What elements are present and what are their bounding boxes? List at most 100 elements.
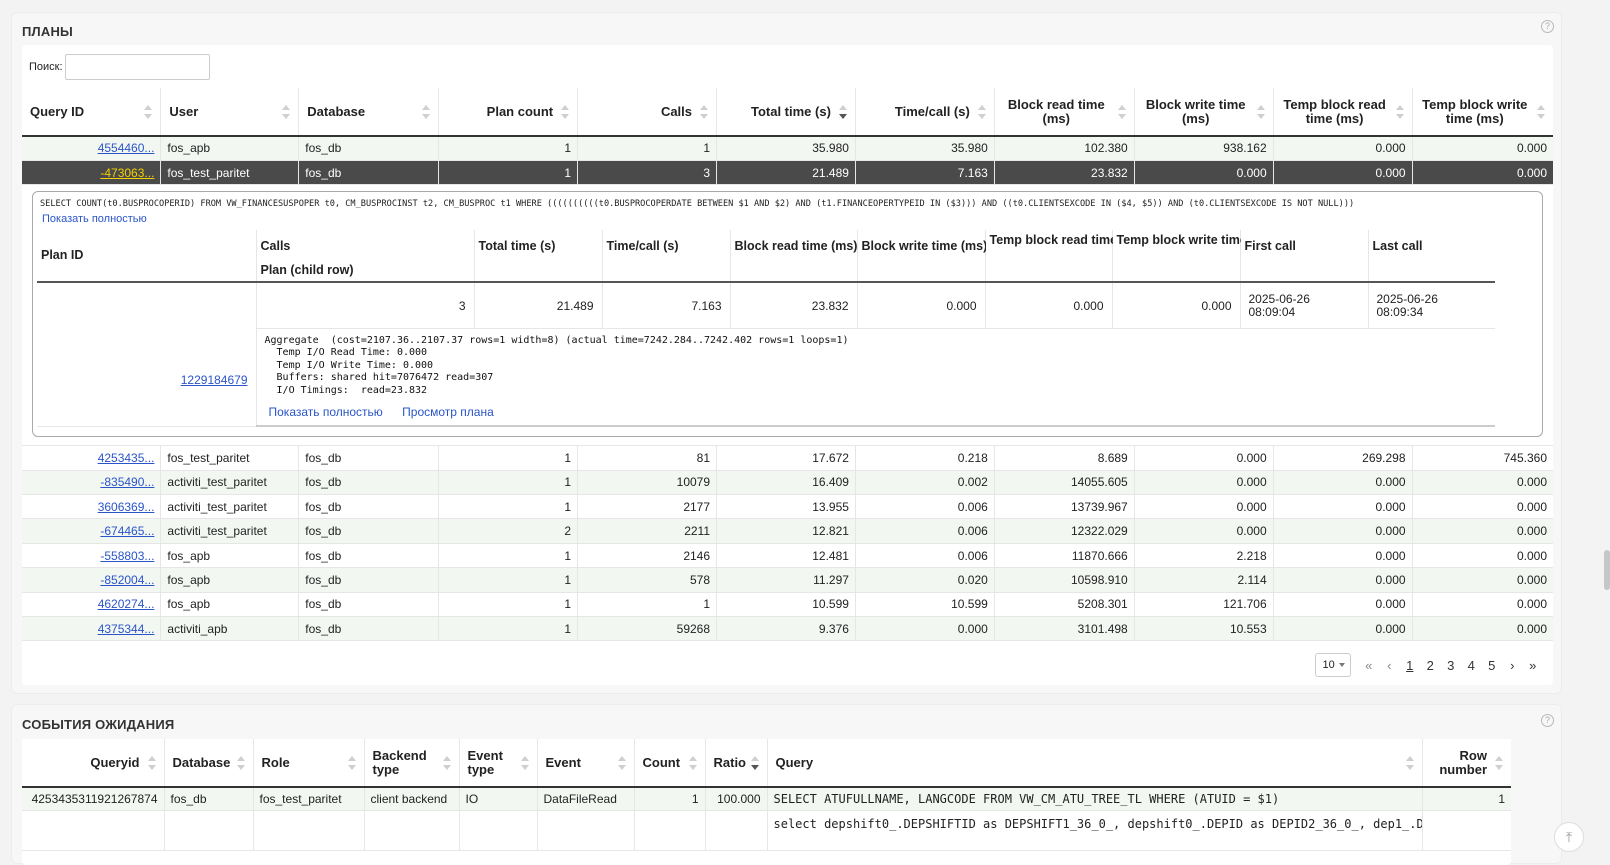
total-time-cell: 21.489: [716, 160, 856, 186]
total-time-cell: 12.821: [716, 518, 856, 544]
prev-page-button[interactable]: ‹: [1379, 658, 1400, 673]
query-id-cell[interactable]: -674465...: [22, 518, 162, 544]
col-temp-write[interactable]: Temp block write time (ms): [1412, 88, 1553, 137]
query-id-cell[interactable]: 4620274...: [22, 592, 162, 618]
table-row[interactable]: -558803... fos_apb fos_db 1 2146 12.481 …: [22, 543, 1553, 569]
first-page-button[interactable]: «: [1359, 658, 1380, 673]
table-row[interactable]: 4620274... fos_apb fos_db 1 1 10.599 10.…: [22, 592, 1553, 618]
question-circle-icon[interactable]: ?: [1541, 714, 1554, 727]
table-row[interactable]: -852004... fos_apb fos_db 1 578 11.297 0…: [22, 567, 1553, 593]
calls-cell: 3: [577, 160, 718, 186]
query-id-link[interactable]: 4554460...: [98, 141, 155, 155]
table-row[interactable]: 4375344... activiti_apb fos_db 1 59268 9…: [22, 616, 1553, 642]
temp-read-cell: 0.000: [1273, 616, 1413, 642]
calls-cell: 2146: [577, 543, 718, 569]
query-id-link[interactable]: -558803...: [100, 549, 154, 563]
view-plan-link[interactable]: Просмотр плана: [402, 405, 494, 419]
col-block-read[interactable]: Block read time (ms): [994, 88, 1135, 137]
query-id-link[interactable]: 4253435...: [98, 451, 155, 465]
query-id-link[interactable]: -473063...: [100, 166, 154, 180]
col-plan-first-call: First call: [1240, 230, 1369, 284]
arrow-up-to-line-icon[interactable]: ⤒: [1554, 822, 1584, 852]
col-temp-read[interactable]: Temp block read time (ms): [1273, 88, 1413, 137]
user-cell: activiti_apb: [160, 616, 300, 642]
col-plan-temp-read: Temp block read time (ms): [985, 230, 1147, 284]
user-cell: fos_apb: [160, 543, 300, 569]
plan-child-row: Aggregate (cost=2107.36..2107.37 rows=1 …: [37, 328, 1495, 428]
col-role[interactable]: Role: [253, 739, 365, 788]
question-circle-icon[interactable]: ?: [1541, 20, 1554, 33]
block-write-cell: 0.000: [1134, 160, 1274, 186]
query-id-link[interactable]: 4375344...: [98, 622, 155, 636]
search-label: Поиск:: [29, 61, 63, 73]
calls-cell: 578: [577, 567, 718, 593]
page-4-button[interactable]: 4: [1461, 658, 1482, 673]
query-id-cell[interactable]: -852004...: [22, 567, 162, 593]
col-event-type[interactable]: Event type: [459, 739, 538, 788]
page-scrollbar[interactable]: [1604, 550, 1610, 590]
temp-read-cell: 0.000: [1273, 543, 1413, 569]
temp-read-cell: 269.298: [1273, 445, 1413, 471]
table-row[interactable]: select depshift0_.DEPSHIFTID as DEPSHIFT…: [22, 810, 1511, 851]
query-id-link[interactable]: 4620274...: [98, 597, 155, 611]
show-full-sql-link[interactable]: Показать полностью: [42, 213, 147, 225]
col-plan-block-read: Block read time (ms): [730, 230, 858, 284]
col-backend-type[interactable]: Backend type: [364, 739, 460, 788]
block-write-cell: 0.000: [1134, 470, 1274, 496]
search-input[interactable]: [65, 54, 210, 80]
query-id-cell[interactable]: -835490...: [22, 470, 162, 496]
col-count[interactable]: Count: [634, 739, 706, 788]
col-queryid[interactable]: Queryid: [22, 739, 165, 788]
col-query-id[interactable]: Query ID: [22, 88, 162, 137]
user-cell: activiti_test_paritet: [160, 470, 300, 496]
col-calls[interactable]: Calls: [577, 88, 718, 137]
col-ratio[interactable]: Ratio: [705, 739, 768, 788]
next-page-button[interactable]: ›: [1502, 658, 1523, 673]
query-id-link[interactable]: -852004...: [100, 573, 154, 587]
query-id-link[interactable]: -674465...: [100, 524, 154, 538]
block-read-cell: 10598.910: [994, 567, 1135, 593]
query-id-link[interactable]: -835490...: [100, 475, 154, 489]
plan-count-cell: 1: [438, 160, 579, 186]
total-time-cell: 12.481: [716, 543, 856, 569]
plan-id-link[interactable]: 1229184679: [181, 373, 248, 387]
col-row-number[interactable]: Row number: [1422, 739, 1511, 788]
page-1-button[interactable]: 1: [1400, 658, 1421, 673]
query-id-cell[interactable]: 4375344...: [22, 616, 162, 642]
table-row[interactable]: 4253435... fos_test_paritet fos_db 1 81 …: [22, 445, 1553, 471]
table-row[interactable]: 4554460... fos_apb fos_db 1 1 35.980 35.…: [22, 136, 1553, 161]
table-row[interactable]: -674465... activiti_test_paritet fos_db …: [22, 518, 1553, 544]
col-time-call[interactable]: Time/call (s): [855, 88, 995, 137]
plan-links: Показать полностью Просмотр плана: [261, 397, 1492, 424]
page-2-button[interactable]: 2: [1420, 658, 1441, 673]
table-row-selected[interactable]: -473063... fos_test_paritet fos_db 1 3 2…: [22, 160, 1553, 186]
page-size-select[interactable]: 10: [1314, 653, 1351, 677]
plans-table: Query ID User Database Plan count Calls …: [22, 88, 1553, 642]
plan-count-cell: 1: [438, 592, 579, 618]
col-database[interactable]: Database: [298, 88, 440, 137]
col-user[interactable]: User: [160, 88, 300, 137]
user-cell: activiti_test_paritet: [160, 494, 300, 520]
query-id-cell[interactable]: 3606369...: [22, 494, 162, 520]
show-full-plan-link[interactable]: Показать полностью: [269, 405, 383, 419]
last-page-button[interactable]: »: [1523, 658, 1544, 673]
col-query[interactable]: Query: [767, 739, 1423, 788]
page-5-button[interactable]: 5: [1482, 658, 1503, 673]
query-id-cell[interactable]: -473063...: [22, 160, 162, 186]
table-row[interactable]: 3606369... activiti_test_paritet fos_db …: [22, 494, 1553, 520]
table-row[interactable]: 4253435311921267874 fos_db fos_test_pari…: [22, 787, 1511, 811]
col-database[interactable]: Database: [164, 739, 254, 788]
query-id-cell[interactable]: 4253435...: [22, 445, 162, 471]
plan-time-call-cell: 7.163: [602, 282, 731, 329]
col-plan-count[interactable]: Plan count: [438, 88, 579, 137]
table-row[interactable]: -835490... activiti_test_paritet fos_db …: [22, 470, 1553, 496]
page-3-button[interactable]: 3: [1441, 658, 1462, 673]
col-block-write[interactable]: Block write time (ms): [1134, 88, 1274, 137]
col-total-time[interactable]: Total time (s): [716, 88, 856, 137]
temp-read-cell: 0.000: [1273, 136, 1413, 161]
col-event[interactable]: Event: [537, 739, 635, 788]
query-id-link[interactable]: 3606369...: [98, 500, 155, 514]
query-id-cell[interactable]: -558803...: [22, 543, 162, 569]
query-id-cell[interactable]: 4554460...: [22, 136, 162, 161]
event-cell: DataFileRead: [537, 787, 635, 811]
